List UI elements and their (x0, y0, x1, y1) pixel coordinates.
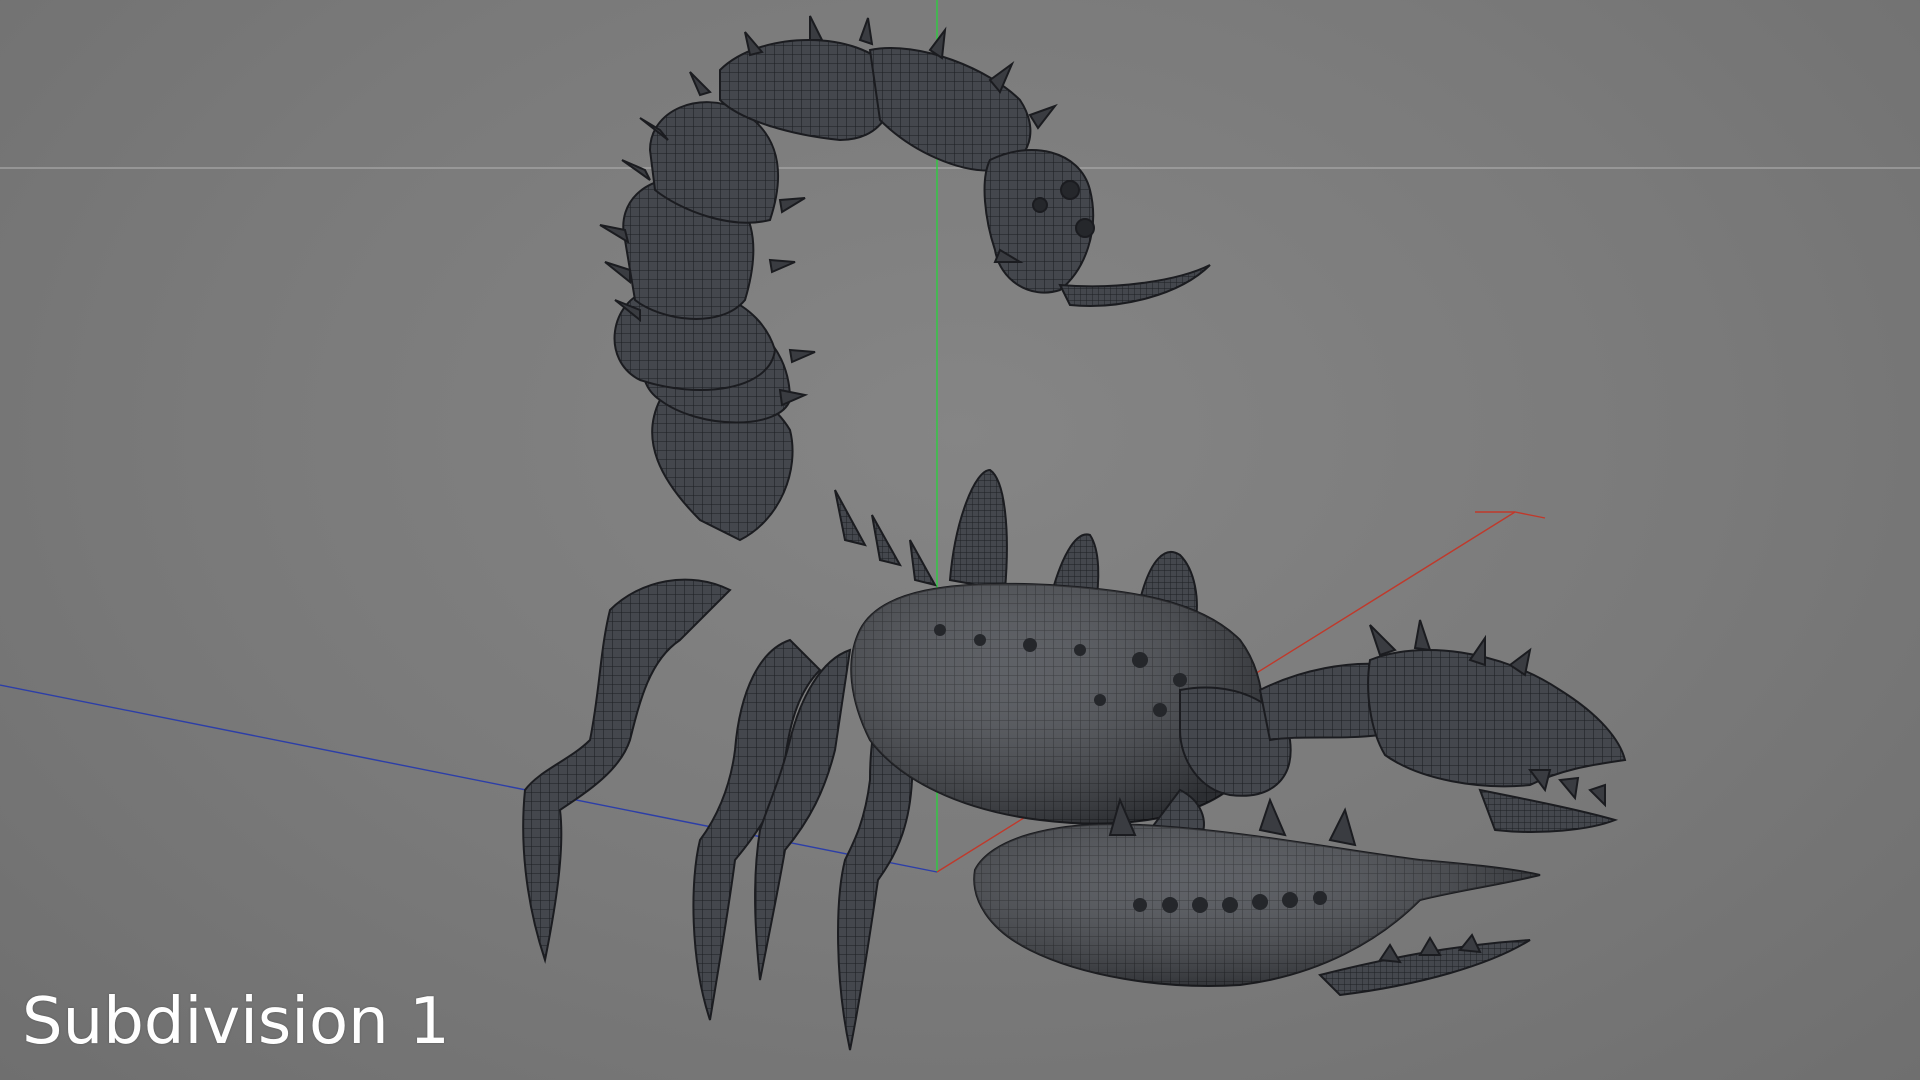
stinger-tip (1058, 264, 1211, 307)
stinger-pore (1075, 218, 1095, 238)
stinger-bulb (983, 149, 1095, 294)
upper-claw (1367, 649, 1627, 788)
3d-viewport[interactable]: Subdivision 1 (0, 0, 1920, 1080)
scorpion-model[interactable] (522, 15, 1627, 1051)
tail-segment-7 (868, 47, 1032, 172)
tail (613, 39, 1211, 542)
upper-claw-pincer (1478, 788, 1619, 833)
subdivision-label: Subdivision 1 (22, 985, 450, 1059)
stinger-pore (1032, 197, 1048, 213)
scene-canvas[interactable] (0, 0, 1920, 1080)
stinger-pore (1060, 180, 1080, 200)
